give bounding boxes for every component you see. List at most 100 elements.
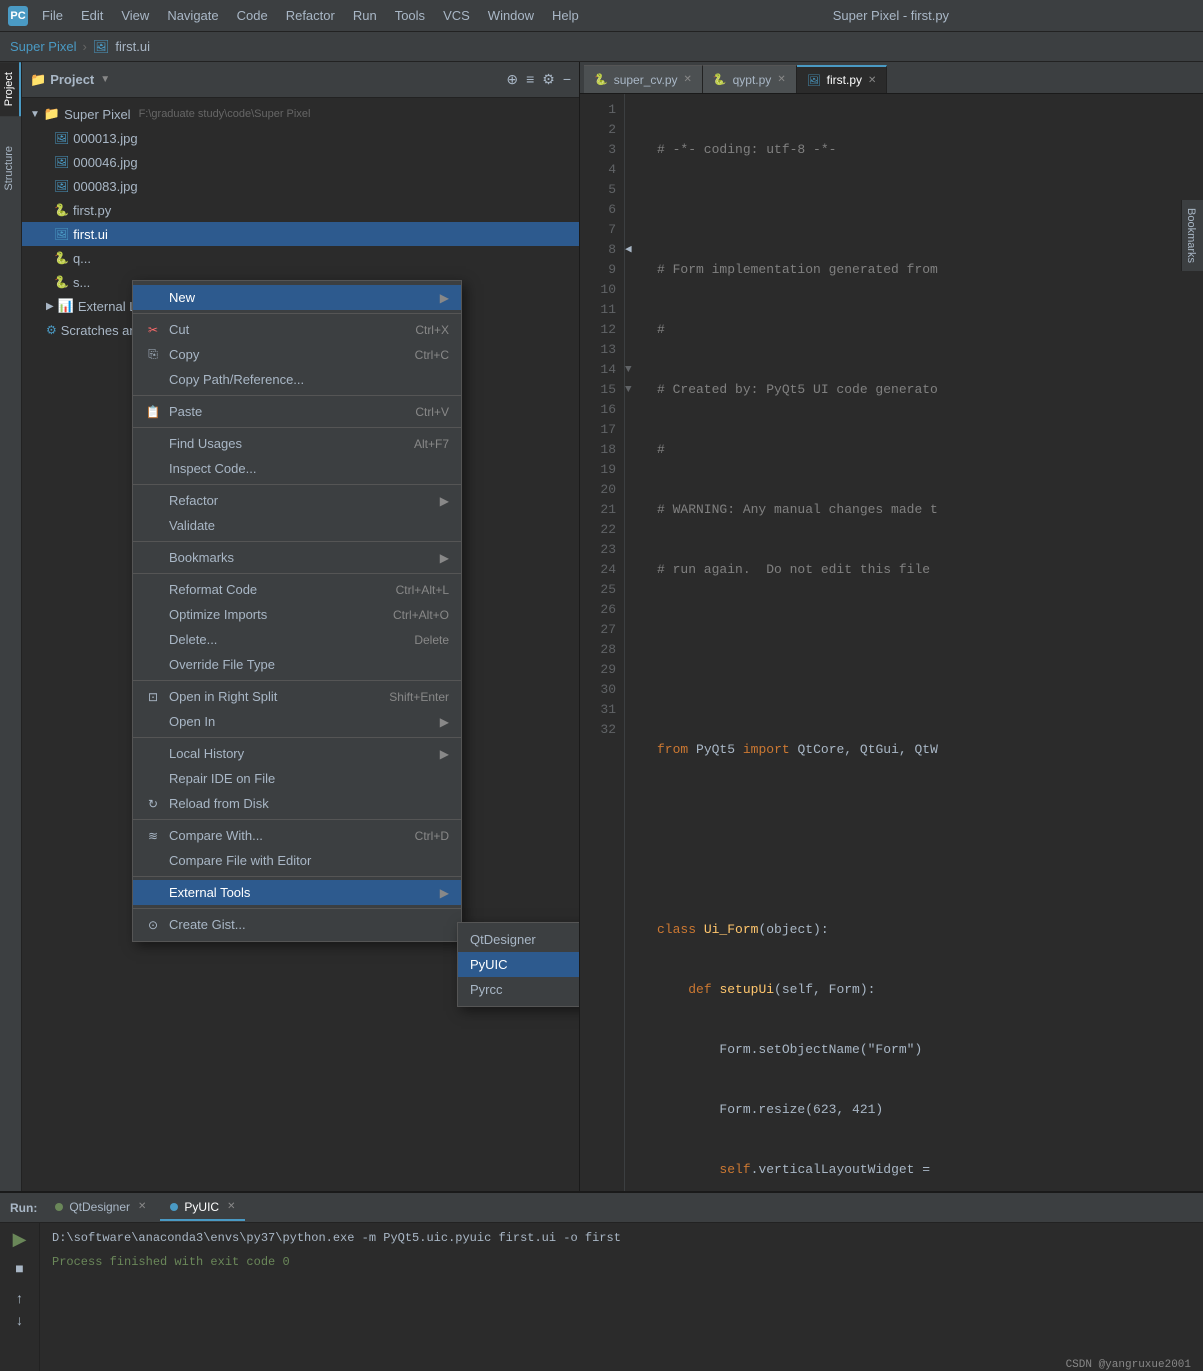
dropdown-arrow[interactable]: ▼ — [100, 74, 110, 85]
menu-view[interactable]: View — [113, 4, 157, 27]
ctx-reload-disk[interactable]: ↻ Reload from Disk — [133, 791, 461, 816]
external-tools-arrow: ▶ — [440, 886, 449, 900]
separator-11 — [133, 908, 461, 909]
tab-qypt[interactable]: 🐍 qypt.py ✕ — [703, 65, 797, 93]
vtab-project[interactable]: Project — [0, 62, 21, 116]
ctx-paste[interactable]: 📋 Paste Ctrl+V — [133, 399, 461, 424]
ctx-refactor[interactable]: Refactor ▶ — [133, 488, 461, 513]
tab-super-cv[interactable]: 🐍 super_cv.py ✕ — [584, 65, 703, 93]
qtdesigner-dot — [55, 1203, 63, 1211]
expand-arrow: ▶ — [46, 301, 54, 312]
scroll-down-button[interactable]: ↓ — [16, 1312, 23, 1328]
tree-file-1[interactable]: 🖼 000013.jpg — [22, 126, 579, 150]
ui-icon: 🖼 — [54, 227, 69, 241]
menu-file[interactable]: File — [34, 4, 71, 27]
qtdesigner-close[interactable]: ✕ — [138, 1201, 146, 1212]
tree-file-3[interactable]: 🖼 000083.jpg — [22, 174, 579, 198]
collapse-icon[interactable]: ≡ — [526, 71, 534, 88]
menu-window[interactable]: Window — [480, 4, 542, 27]
ctx-cut[interactable]: ✂ Cut Ctrl+X — [133, 317, 461, 342]
ctx-optimize-imports[interactable]: Optimize Imports Ctrl+Alt+O — [133, 602, 461, 627]
menu-help[interactable]: Help — [544, 4, 587, 27]
code-editor: 12345 678910 1112131415 1617181920 21222… — [580, 94, 1203, 1191]
submenu-pyuic[interactable]: PyUIC — [458, 952, 580, 977]
settings-icon[interactable]: ⚙ — [542, 71, 555, 88]
ctx-new[interactable]: New ▶ — [133, 285, 461, 310]
external-tools-submenu: QtDesigner PyUIC Pyrcc — [457, 922, 580, 1007]
ctx-open-right-split[interactable]: ⊡ Open in Right Split Shift+Enter — [133, 684, 461, 709]
breadcrumb-file[interactable]: first.ui — [115, 39, 150, 54]
folder-icon: 📁 — [30, 72, 46, 88]
python-icon2: 🐍 — [54, 251, 69, 265]
ctx-open-in[interactable]: Open In ▶ — [133, 709, 461, 734]
play-button[interactable]: ▶ — [13, 1229, 27, 1250]
title-bar: PC File Edit View Navigate Code Refactor… — [0, 0, 1203, 32]
process-result: Process finished with exit code 0 — [52, 1255, 1191, 1269]
minimize-icon[interactable]: − — [563, 71, 571, 88]
python-icon: 🐍 — [54, 203, 69, 217]
main-area: 📁 Project ▼ ⊕ ≡ ⚙ − ▼ 📁 Super Pixel F:\g… — [22, 62, 1203, 1191]
breadcrumb-project[interactable]: Super Pixel — [10, 39, 76, 54]
separator-1 — [133, 313, 461, 314]
ctx-external-tools[interactable]: External Tools ▶ — [133, 880, 461, 905]
ctx-reformat[interactable]: Reformat Code Ctrl+Alt+L — [133, 577, 461, 602]
paste-icon: 📋 — [145, 405, 161, 419]
menu-code[interactable]: Code — [229, 4, 276, 27]
submenu-qtdesigner[interactable]: QtDesigner — [458, 927, 580, 952]
tab-close-supercv[interactable]: ✕ — [684, 74, 692, 85]
image-icon: 🖼 — [54, 131, 69, 145]
bookmarks-tab[interactable]: Bookmarks — [1182, 200, 1200, 271]
tree-root[interactable]: ▼ 📁 Super Pixel F:\graduate study\code\S… — [22, 102, 579, 126]
ctx-validate[interactable]: Validate — [133, 513, 461, 538]
menu-tools[interactable]: Tools — [387, 4, 433, 27]
ctx-create-gist[interactable]: ⊙ Create Gist... — [133, 912, 461, 937]
tree-file-firstui[interactable]: 🖼 first.ui — [22, 222, 579, 246]
refactor-arrow: ▶ — [440, 494, 449, 508]
breadcrumb: Super Pixel › 🖼 first.ui — [0, 32, 1203, 62]
vtab-structure[interactable]: Structure — [0, 136, 21, 201]
image-icon2: 🖼 — [54, 155, 69, 169]
code-content[interactable]: # -*- coding: utf-8 -*- # Form implement… — [645, 94, 1203, 1191]
submenu-pyrcc[interactable]: Pyrcc — [458, 977, 580, 1002]
menu-refactor[interactable]: Refactor — [278, 4, 343, 27]
menu-vcs[interactable]: VCS — [435, 4, 478, 27]
tab-close-qypt[interactable]: ✕ — [777, 74, 785, 85]
ctx-override-type[interactable]: Override File Type — [133, 652, 461, 677]
separator-2 — [133, 395, 461, 396]
tab-qtdesigner[interactable]: QtDesigner ✕ — [45, 1195, 156, 1221]
separator-10 — [133, 876, 461, 877]
ctx-copy[interactable]: ⎘ Copy Ctrl+C — [133, 342, 461, 367]
ctx-bookmarks[interactable]: Bookmarks ▶ — [133, 545, 461, 570]
history-arrow: ▶ — [440, 747, 449, 761]
menu-navigate[interactable]: Navigate — [159, 4, 226, 27]
tab-close-firstpy[interactable]: ✕ — [868, 75, 876, 86]
menu-edit[interactable]: Edit — [73, 4, 111, 27]
ctx-compare-with[interactable]: ≋ Compare With... Ctrl+D — [133, 823, 461, 848]
scroll-up-button[interactable]: ↑ — [16, 1290, 23, 1306]
tree-file-2[interactable]: 🖼 000046.jpg — [22, 150, 579, 174]
tree-file-q[interactable]: 🐍 q... — [22, 246, 579, 270]
ctx-find-usages[interactable]: Find Usages Alt+F7 — [133, 431, 461, 456]
stop-button[interactable]: ■ — [15, 1260, 23, 1276]
ext-libs-icon: 📊 — [58, 298, 74, 314]
ctx-delete[interactable]: Delete... Delete — [133, 627, 461, 652]
tab-icon-qypt: 🐍 — [713, 73, 727, 86]
project-panel: 📁 Project ▼ ⊕ ≡ ⚙ − ▼ 📁 Super Pixel F:\g… — [22, 62, 580, 1191]
ctx-repair-ide[interactable]: Repair IDE on File — [133, 766, 461, 791]
run-label: Run: — [10, 1201, 37, 1215]
ctx-compare-editor[interactable]: Compare File with Editor — [133, 848, 461, 873]
menu-run[interactable]: Run — [345, 4, 385, 27]
python-icon3: 🐍 — [54, 275, 69, 289]
ctx-inspect[interactable]: Inspect Code... — [133, 456, 461, 481]
scratch-icon: ⚙ — [46, 323, 57, 337]
gist-icon: ⊙ — [145, 918, 161, 932]
open-in-arrow: ▶ — [440, 715, 449, 729]
ctx-copy-path[interactable]: Copy Path/Reference... — [133, 367, 461, 392]
ctx-local-history[interactable]: Local History ▶ — [133, 741, 461, 766]
collapse-arrow: ▼ — [30, 109, 40, 120]
pyuic-close[interactable]: ✕ — [227, 1201, 235, 1212]
locate-icon[interactable]: ⊕ — [506, 71, 518, 88]
tab-pyuic[interactable]: PyUIC ✕ — [160, 1195, 245, 1221]
tab-first-py[interactable]: 🖼 first.py ✕ — [797, 65, 888, 93]
tree-file-firstpy[interactable]: 🐍 first.py — [22, 198, 579, 222]
